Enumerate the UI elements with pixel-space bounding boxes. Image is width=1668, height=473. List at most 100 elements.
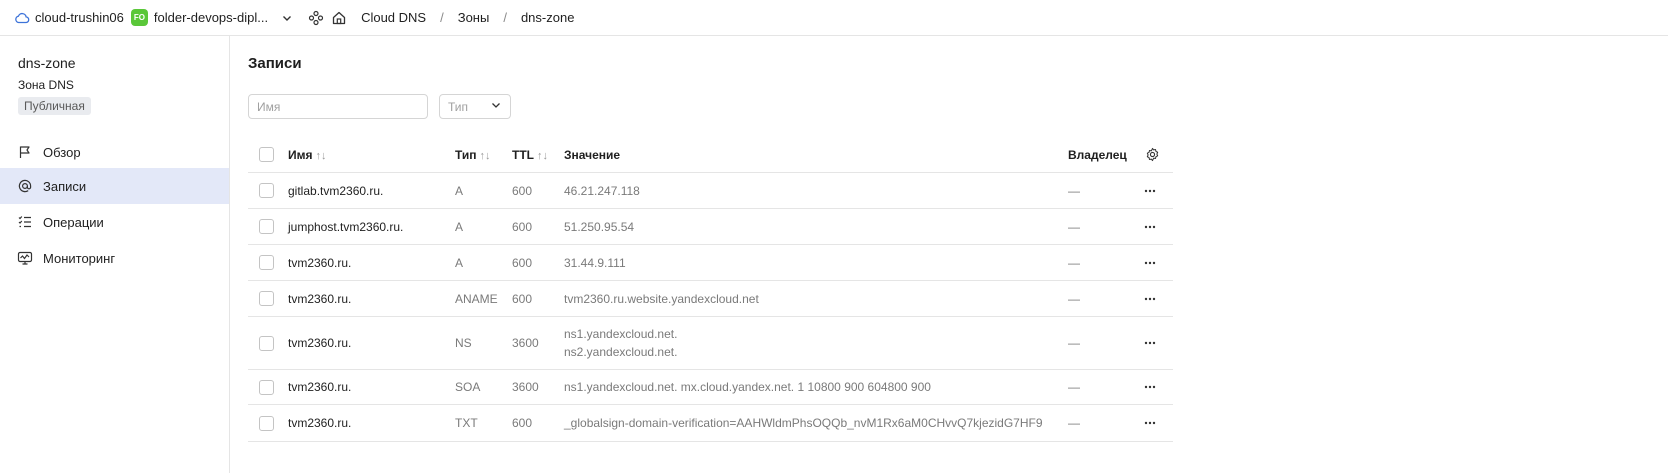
- row-checkbox[interactable]: [259, 379, 274, 395]
- record-name: tvm2360.ru.: [288, 336, 352, 350]
- sidebar-item-overview[interactable]: Обзор: [0, 134, 229, 170]
- breadcrumb-current: dns-zone: [520, 10, 575, 25]
- record-ttl: 3600: [512, 380, 539, 394]
- services-icon[interactable]: [308, 10, 324, 26]
- record-value: ns1.yandexcloud.net. mx.cloud.yandex.net…: [564, 378, 931, 396]
- at-sign-icon: [17, 178, 33, 194]
- name-filter-input[interactable]: [248, 94, 428, 119]
- column-header-value: Значение: [564, 147, 621, 162]
- row-checkbox[interactable]: [259, 219, 274, 234]
- cloud-icon[interactable]: [14, 10, 30, 26]
- record-value: ns1.yandexcloud.net. ns2.yandexcloud.net.: [564, 325, 677, 361]
- table-header: Имя ↑↓ Тип ↑↓ TTL ↑↓ Значение Владелец: [248, 137, 1173, 173]
- row-checkbox[interactable]: [259, 255, 274, 270]
- home-icon[interactable]: [331, 10, 347, 26]
- record-value-line: ns1.yandexcloud.net.: [564, 327, 678, 341]
- table-row[interactable]: gitlab.tvm2360.ru. A 600 46.21.247.118 —: [248, 173, 1173, 209]
- record-ttl: 3600: [512, 336, 539, 350]
- record-type: A: [455, 219, 464, 234]
- column-header-owner: Владелец: [1068, 147, 1127, 162]
- record-owner: —: [1068, 416, 1080, 430]
- record-name: tvm2360.ru.: [288, 416, 352, 430]
- cloud-selector[interactable]: cloud-trushin06: [35, 10, 124, 25]
- top-bar: cloud-trushin06 FO folder-devops-dipl...…: [0, 0, 1668, 36]
- record-ttl: 600: [512, 255, 533, 270]
- record-owner: —: [1068, 380, 1080, 394]
- sort-icon: ↑↓: [479, 149, 491, 162]
- record-name: tvm2360.ru.: [288, 380, 352, 394]
- column-header-name[interactable]: Имя ↑↓: [288, 148, 327, 162]
- record-value: 46.21.247.118: [564, 182, 640, 200]
- record-type: TXT: [455, 416, 478, 430]
- record-type: ANAME: [455, 291, 498, 306]
- more-actions-icon[interactable]: [1142, 255, 1158, 271]
- column-header-ttl[interactable]: TTL ↑↓: [512, 148, 548, 162]
- row-checkbox[interactable]: [259, 335, 274, 351]
- record-value: 51.250.95.54: [564, 218, 634, 236]
- sort-icon: ↑↓: [537, 149, 548, 162]
- record-ttl: 600: [512, 416, 533, 430]
- more-actions-icon[interactable]: [1142, 335, 1158, 351]
- more-actions-icon[interactable]: [1142, 291, 1158, 307]
- table-row[interactable]: tvm2360.ru. A 600 31.44.9.111 —: [248, 245, 1173, 281]
- record-value-line: 31.44.9.111: [564, 255, 626, 270]
- record-ttl: 600: [512, 291, 533, 306]
- zone-subtitle: Зона DNS: [18, 78, 74, 92]
- more-actions-icon[interactable]: [1142, 415, 1158, 431]
- record-owner: —: [1068, 219, 1080, 234]
- record-owner: —: [1068, 255, 1080, 270]
- table-row[interactable]: jumphost.tvm2360.ru. A 600 51.250.95.54 —: [248, 209, 1173, 245]
- sidebar-item-operations[interactable]: Операции: [0, 204, 229, 240]
- type-filter-select[interactable]: Тип: [439, 94, 511, 119]
- gear-icon[interactable]: [1144, 147, 1160, 163]
- record-owner: —: [1068, 336, 1080, 350]
- chevron-down-icon: [490, 99, 502, 114]
- breadcrumb-separator: /: [440, 10, 444, 25]
- type-filter-placeholder: Тип: [448, 99, 469, 114]
- record-type: A: [455, 183, 464, 198]
- record-name: jumphost.tvm2360.ru.: [288, 219, 404, 234]
- row-checkbox[interactable]: [259, 415, 274, 431]
- breadcrumb-zones[interactable]: Зоны: [458, 10, 490, 25]
- record-value-line: tvm2360.ru.website.yandexcloud.net: [564, 291, 759, 306]
- column-header-type[interactable]: Тип ↑↓: [455, 148, 491, 162]
- table-row[interactable]: tvm2360.ru. TXT 600 _globalsign-domain-veri…: [248, 405, 1173, 442]
- folder-badge: FO: [130, 9, 148, 26]
- sidebar-item-label: Операции: [43, 214, 104, 230]
- more-actions-icon[interactable]: [1142, 219, 1158, 235]
- record-value: _globalsign-domain-verification=AAHWldmP…: [564, 414, 1043, 432]
- sidebar-item-label: Мониторинг: [43, 250, 116, 266]
- table-row[interactable]: tvm2360.ru. SOA 3600 ns1.yandexcloud.net. m…: [248, 370, 1173, 405]
- sidebar: dns-zone Зона DNS Публичная Обзор Записи…: [0, 36, 230, 473]
- flag-icon: [17, 144, 33, 160]
- record-value-line: 46.21.247.118: [564, 183, 640, 198]
- record-value-line: ns2.yandexcloud.net.: [564, 345, 678, 359]
- record-value-line: 51.250.95.54: [564, 219, 635, 234]
- sidebar-item-records[interactable]: Записи: [0, 168, 229, 204]
- table-row[interactable]: tvm2360.ru. NS 3600 ns1.yandexcloud.net. ns2…: [248, 317, 1173, 370]
- more-actions-icon[interactable]: [1142, 379, 1158, 395]
- chevron-down-icon[interactable]: [280, 11, 294, 25]
- row-checkbox[interactable]: [259, 291, 274, 306]
- sidebar-item-monitoring[interactable]: Мониторинг: [0, 240, 229, 276]
- records-table: Имя ↑↓ Тип ↑↓ TTL ↑↓ Значение Владелец gitl…: [248, 137, 1173, 442]
- sidebar-item-label: Обзор: [43, 144, 81, 160]
- page-title: Записи: [248, 55, 302, 72]
- zone-title: dns-zone: [18, 55, 76, 71]
- record-name: gitlab.tvm2360.ru.: [288, 183, 384, 198]
- record-type: SOA: [455, 380, 481, 394]
- record-name: tvm2360.ru.: [288, 291, 352, 306]
- folder-selector[interactable]: folder-devops-dipl...: [154, 10, 268, 25]
- record-value: tvm2360.ru.website.yandexcloud.net: [564, 290, 759, 308]
- list-check-icon: [17, 214, 33, 230]
- record-owner: —: [1068, 291, 1080, 306]
- more-actions-icon[interactable]: [1142, 183, 1158, 199]
- breadcrumb-cloud-dns[interactable]: Cloud DNS: [361, 10, 426, 25]
- sidebar-item-label: Записи: [43, 178, 87, 194]
- breadcrumb-separator: /: [503, 10, 507, 25]
- record-name: tvm2360.ru.: [288, 255, 352, 270]
- row-checkbox[interactable]: [259, 183, 274, 198]
- select-all-checkbox[interactable]: [259, 147, 274, 162]
- table-row[interactable]: tvm2360.ru. ANAME 600 tvm2360.ru.website.ya…: [248, 281, 1173, 317]
- record-ttl: 600: [512, 219, 533, 234]
